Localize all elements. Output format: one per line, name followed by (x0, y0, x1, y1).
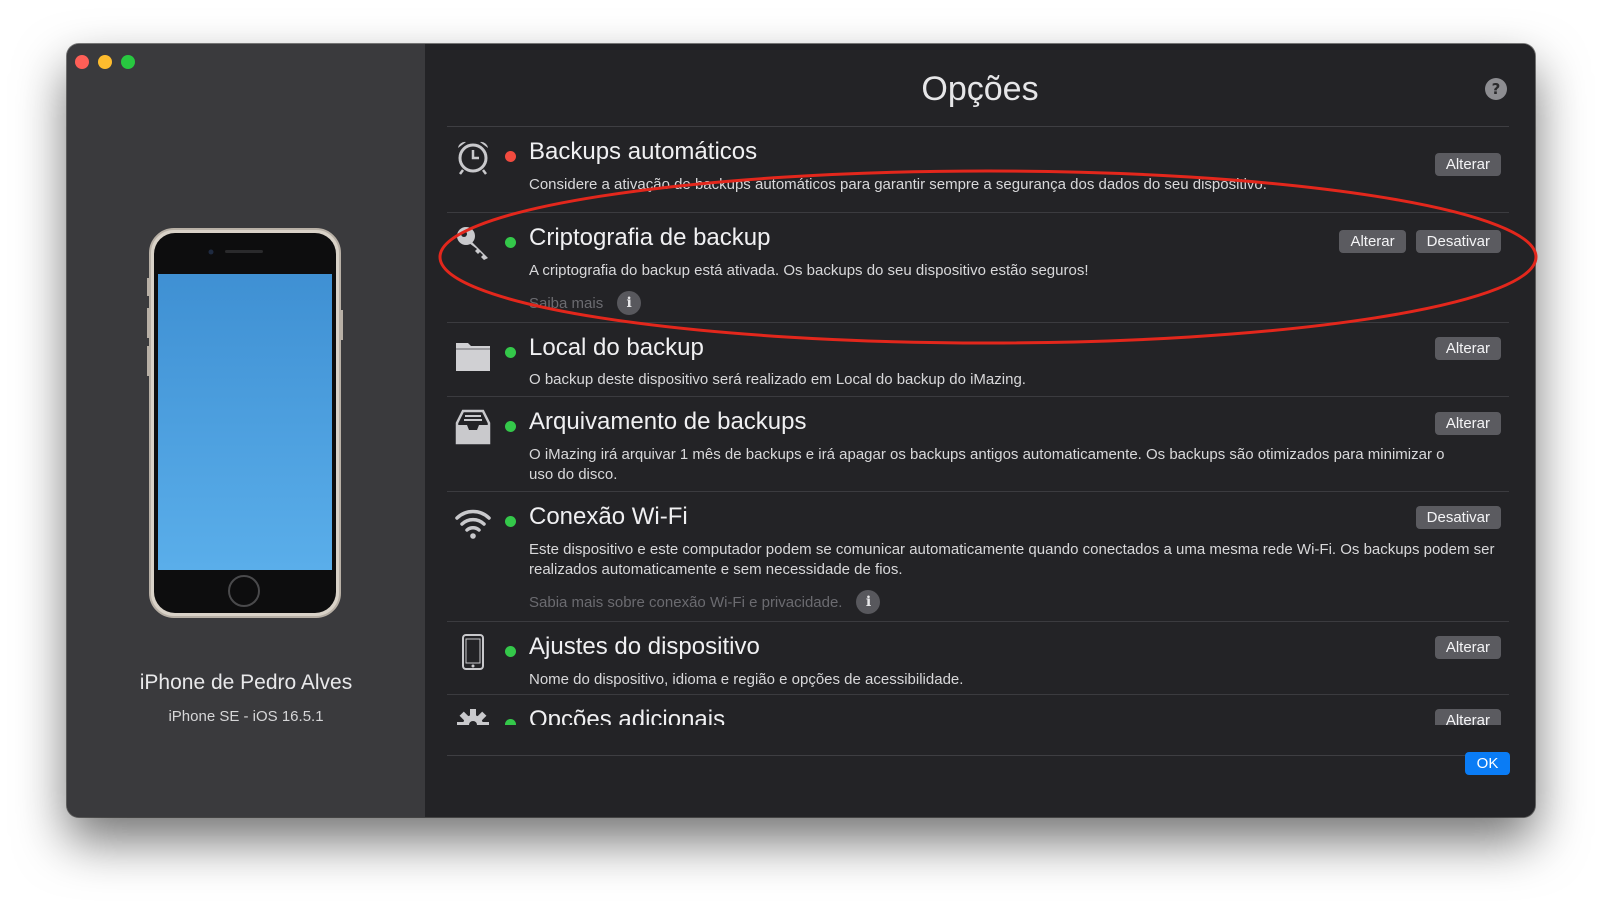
help-button[interactable]: ? (1485, 78, 1507, 100)
page-title: Opções (921, 70, 1039, 108)
option-description: Este dispositivo e este computador podem… (529, 541, 1495, 578)
info-icon[interactable]: i (856, 590, 881, 614)
change-button[interactable]: Alterar (1434, 412, 1501, 435)
learn-more-text: Sabia mais sobre conexão Wi-Fi e privaci… (529, 593, 843, 611)
option-description: O backup deste dispositivo será realizad… (529, 371, 1026, 388)
option-title: Criptografia de backup (529, 224, 771, 251)
learn-more-link[interactable]: Saiba mais i (529, 291, 642, 315)
option-row-backup-encryption: Criptografia de backup A criptografia do… (447, 213, 1509, 323)
minimize-window-button[interactable] (98, 55, 112, 69)
device-model: iPhone SE - iOS 16.5.1 (168, 708, 324, 725)
wifi-privacy-link[interactable]: Sabia mais sobre conexão Wi-Fi e privaci… (529, 590, 881, 614)
change-button[interactable]: Alterar (1434, 337, 1501, 360)
option-title: Opções adicionais (529, 706, 726, 725)
key-icon (457, 227, 488, 260)
status-dot (505, 516, 516, 527)
option-row-device-settings: Ajustes do dispositivo Nome do dispositi… (447, 622, 1509, 695)
info-icon[interactable]: i (617, 291, 642, 315)
gear-icon (457, 709, 489, 725)
status-dot (505, 151, 516, 162)
device-name: iPhone de Pedro Alves (139, 671, 353, 694)
alarm-clock-icon (458, 141, 488, 175)
option-row-wifi-connection: Conexão Wi-Fi Este dispositivo e este co… (447, 492, 1509, 622)
disable-button[interactable]: Desativar (1415, 230, 1501, 253)
option-description: A criptografia do backup está ativada. O… (529, 262, 1089, 279)
archive-tray-icon (455, 409, 491, 445)
change-button[interactable]: Alterar (1434, 153, 1501, 176)
option-row-automatic-backups: Backups automáticos Considere a ativação… (447, 127, 1509, 213)
wifi-icon (455, 509, 491, 539)
ok-button[interactable]: OK (1465, 752, 1510, 775)
iphone-illustration (147, 228, 343, 618)
option-title: Arquivamento de backups (529, 408, 807, 435)
status-dot (505, 347, 516, 358)
option-title: Ajustes do dispositivo (529, 633, 760, 660)
option-description: Nome do dispositivo, idioma e região e o… (529, 671, 964, 688)
change-button[interactable]: Alterar (1339, 230, 1406, 253)
status-dot (505, 237, 516, 248)
close-window-button[interactable] (75, 55, 89, 69)
change-button[interactable]: Alterar (1434, 636, 1501, 659)
status-dot (505, 646, 516, 657)
zoom-window-button[interactable] (121, 55, 135, 69)
option-description: Considere a ativação de backups automáti… (529, 176, 1267, 193)
folder-icon (456, 343, 490, 371)
option-row-backup-location: Local do backup O backup deste dispositi… (447, 323, 1509, 397)
options-window: iPhone de Pedro Alves iPhone SE - iOS 16… (67, 44, 1535, 817)
change-button[interactable]: Alterar (1434, 709, 1501, 725)
option-row-backup-archiving: Arquivamento de backups O iMazing irá ar… (447, 397, 1509, 492)
phone-icon (462, 634, 484, 670)
status-dot (505, 719, 516, 725)
option-description: O iMazing irá arquivar 1 mês de backups … (529, 446, 1445, 483)
option-title: Local do backup (529, 334, 704, 361)
option-row-additional-options: Opções adicionais Alterar (447, 695, 1509, 725)
disable-button[interactable]: Desativar (1415, 506, 1501, 529)
window-controls (75, 55, 135, 69)
learn-more-text: Saiba mais (529, 294, 604, 312)
divider (447, 755, 1509, 756)
status-dot (505, 421, 516, 432)
options-panel: Opções ? Backups automáticos Considere a… (425, 44, 1535, 817)
option-title: Backups automáticos (529, 138, 758, 165)
option-title: Conexão Wi-Fi (529, 503, 688, 530)
options-list[interactable]: Backups automáticos Considere a ativação… (447, 127, 1509, 725)
device-sidebar: iPhone de Pedro Alves iPhone SE - iOS 16… (67, 44, 425, 817)
